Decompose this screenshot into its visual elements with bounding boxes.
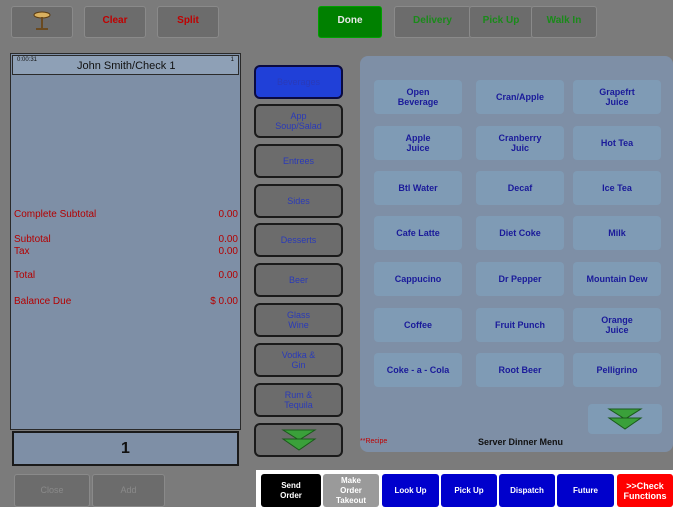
category-scroll-down-button[interactable] — [254, 423, 343, 457]
category-beer[interactable]: Beer — [254, 263, 343, 297]
menu-item[interactable]: Fruit Punch — [476, 308, 564, 342]
future-button[interactable]: Future — [557, 474, 614, 507]
done-button[interactable]: Done — [318, 6, 382, 38]
total-row: Total 0.00 — [14, 270, 238, 281]
check-title: John Smith/Check 1 — [77, 60, 176, 72]
subtotal-label: Subtotal — [14, 234, 51, 245]
total-value: 0.00 — [218, 270, 238, 281]
dispatch-button[interactable]: Dispatch — [499, 474, 555, 507]
menu-item[interactable]: Cafe Latte — [374, 216, 462, 250]
menu-item[interactable]: Hot Tea — [573, 126, 661, 160]
chevron-double-down-icon — [607, 408, 643, 430]
menu-item[interactable]: Diet Coke — [476, 216, 564, 250]
total-label: Total — [14, 270, 36, 281]
check-functions-button[interactable]: >>Check Functions — [617, 474, 673, 507]
menu-scroll-down-button[interactable] — [588, 404, 662, 434]
balance-due-value: $ 0.00 — [210, 296, 238, 307]
menu-item[interactable]: Decaf — [476, 171, 564, 205]
category-entrees[interactable]: Entrees — [254, 144, 343, 178]
menu-item[interactable]: Cranberry Juic — [476, 126, 564, 160]
split-button[interactable]: Split — [157, 6, 219, 38]
menu-item[interactable]: Open Beverage — [374, 80, 462, 114]
category-sides[interactable]: Sides — [254, 184, 343, 218]
menu-item[interactable]: Grapefrt Juice — [573, 80, 661, 114]
pick-up-button[interactable]: Pick Up — [441, 474, 497, 507]
guest-count: 1 — [121, 440, 130, 457]
table-icon — [33, 11, 51, 30]
category-rum-tequila[interactable]: Rum & Tequila — [254, 383, 343, 417]
menu-item[interactable]: Cappucino — [374, 262, 462, 296]
menu-item[interactable]: Coffee — [374, 308, 462, 342]
menu-item[interactable]: Mountain Dew — [573, 262, 661, 296]
look-up-button[interactable]: Look Up — [382, 474, 439, 507]
make-order-takeout-button[interactable]: Make Order Takeout — [323, 474, 379, 507]
category-app-soup-salad[interactable]: App Soup/Salad — [254, 104, 343, 138]
check-timer: 0:00:31 — [17, 57, 38, 63]
balance-due-label: Balance Due — [14, 296, 72, 307]
recipe-label: **Recipe — [360, 438, 388, 445]
menu-item[interactable]: Pelligrino — [573, 353, 661, 387]
category-beverages[interactable]: Beverages — [254, 65, 343, 99]
close-button[interactable]: Close — [14, 474, 90, 507]
chevron-double-down-icon — [280, 429, 317, 451]
delivery-button[interactable]: Delivery — [394, 6, 471, 38]
clear-button[interactable]: Clear — [84, 6, 146, 38]
menu-item[interactable]: Milk — [573, 216, 661, 250]
complete-subtotal-label: Complete Subtotal — [14, 209, 97, 220]
check-header[interactable]: 0:00:31 John Smith/Check 1 1 — [12, 55, 239, 75]
walkin-button[interactable]: Walk In — [531, 6, 597, 38]
menu-item[interactable]: Ice Tea — [573, 171, 661, 205]
menu-item[interactable]: Orange Juice — [573, 308, 661, 342]
subtotal-row: Subtotal 0.00 — [14, 234, 238, 245]
subtotal-value: 0.00 — [218, 234, 238, 245]
table-button[interactable] — [11, 6, 73, 38]
complete-subtotal-row: Complete Subtotal 0.00 — [14, 209, 238, 220]
tax-value: 0.00 — [218, 246, 238, 257]
menu-item[interactable]: Dr Pepper — [476, 262, 564, 296]
menu-item[interactable]: Coke - a - Cola — [374, 353, 462, 387]
guest-count-box[interactable]: 1 — [12, 431, 239, 466]
menu-items-panel — [360, 56, 673, 452]
category-desserts[interactable]: Desserts — [254, 223, 343, 257]
tax-row: Tax 0.00 — [14, 246, 238, 257]
complete-subtotal-value: 0.00 — [218, 209, 238, 220]
menu-item[interactable]: Root Beer — [476, 353, 564, 387]
menu-item[interactable]: Btl Water — [374, 171, 462, 205]
send-order-button[interactable]: Send Order — [261, 474, 321, 507]
menu-item[interactable]: Cran/Apple — [476, 80, 564, 114]
menu-name: Server Dinner Menu — [478, 437, 564, 447]
menu-item[interactable]: Apple Juice — [374, 126, 462, 160]
check-seat-number: 1 — [230, 57, 234, 63]
add-button[interactable]: Add — [92, 474, 165, 507]
tax-label: Tax — [14, 246, 30, 257]
pickup-button[interactable]: Pick Up — [469, 6, 533, 38]
category-vodka-gin[interactable]: Vodka & Gin — [254, 343, 343, 377]
category-glass-wine[interactable]: Glass Wine — [254, 303, 343, 337]
balance-due-row: Balance Due $ 0.00 — [14, 296, 238, 307]
